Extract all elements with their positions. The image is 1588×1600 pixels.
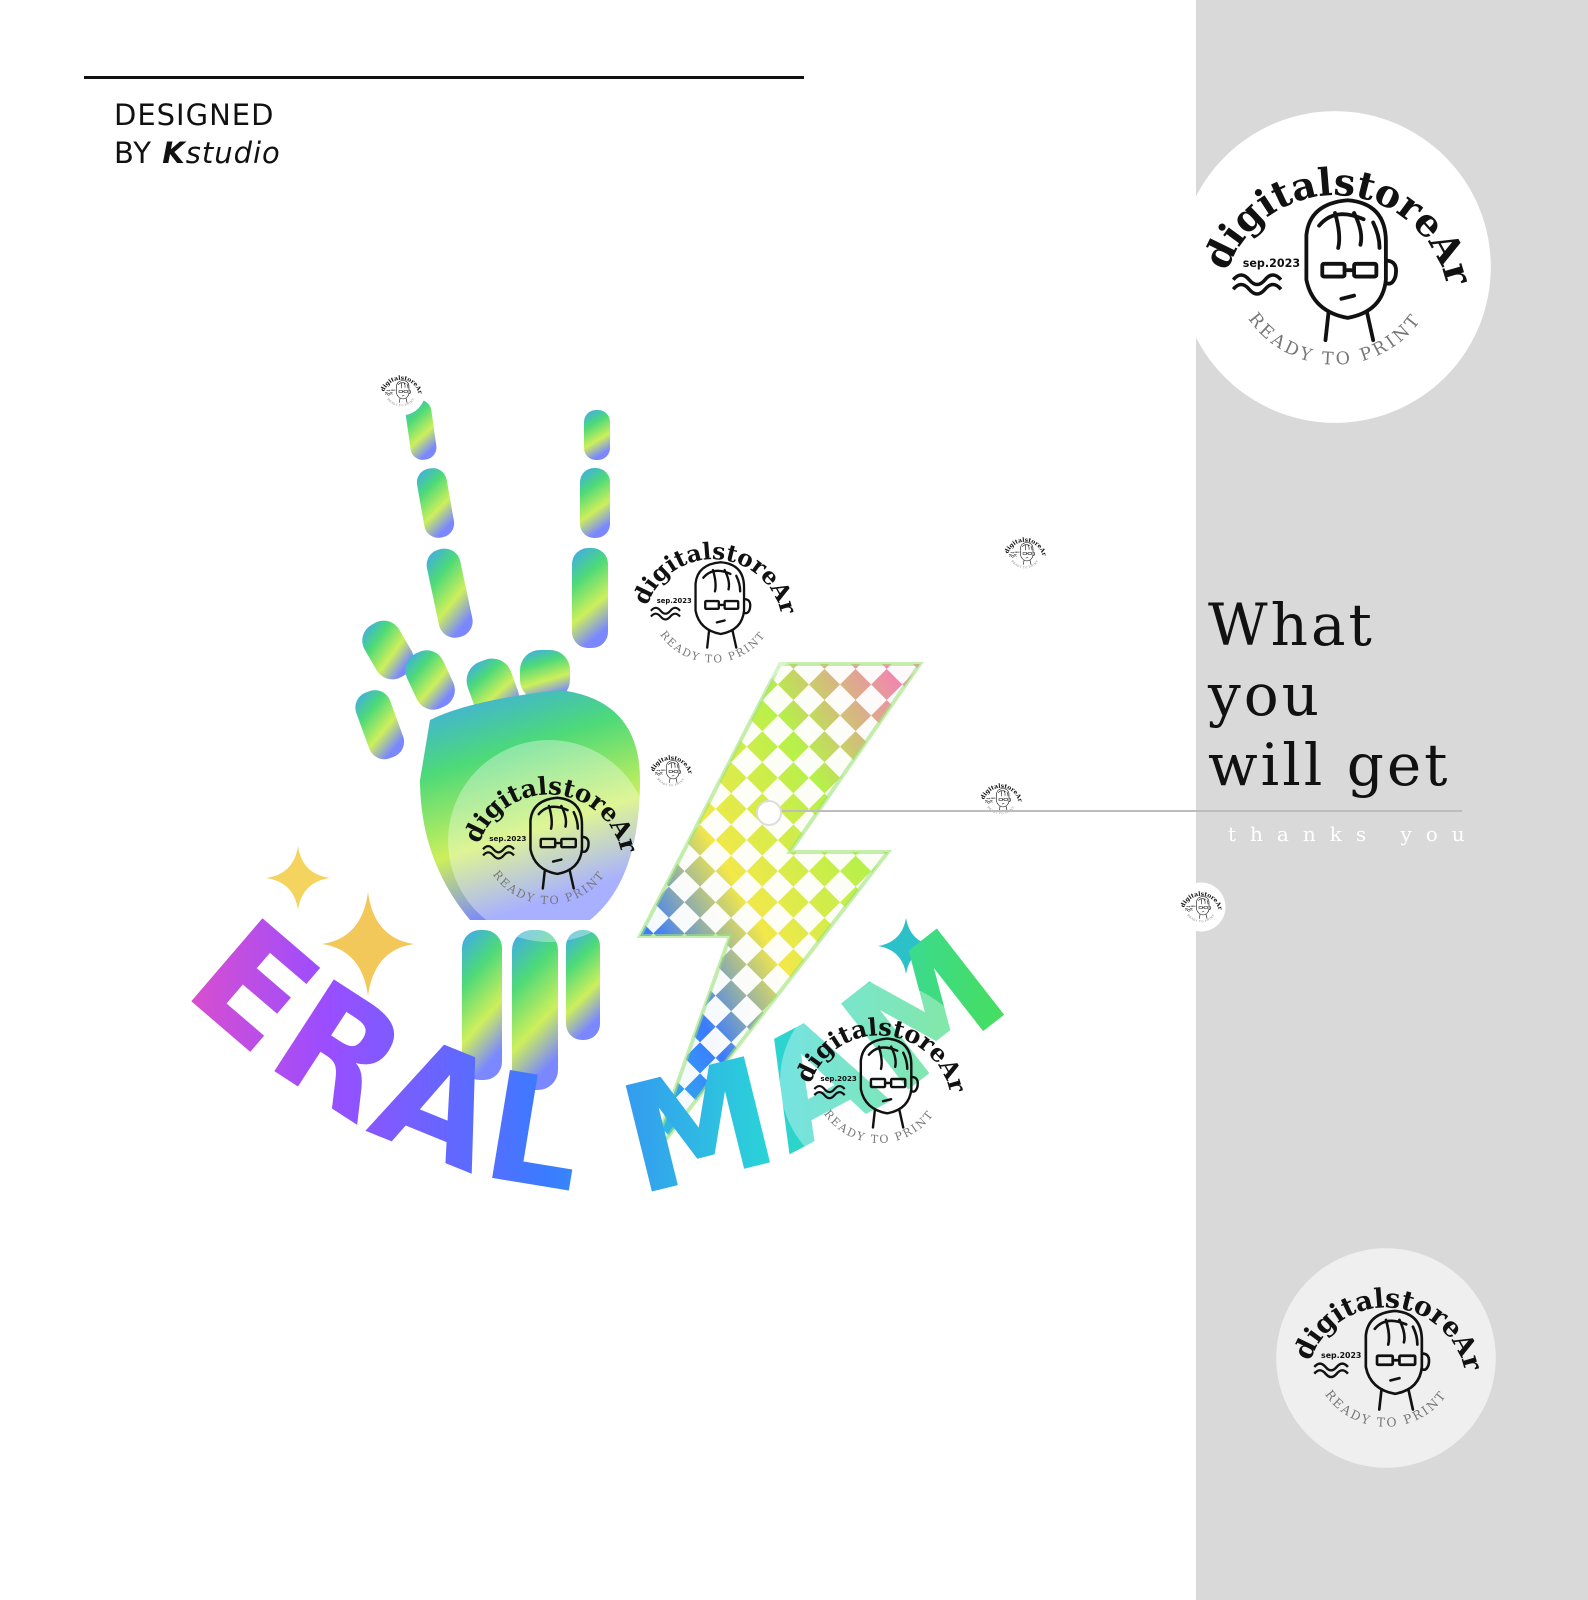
svg-text:sep.2023: sep.2023 — [987, 798, 997, 800]
watermark-logo-small-2: KdigitalstoreArtREADY TO PRINTsep.2023 — [1000, 528, 1050, 578]
tagline-subtitle: thanks you — [1228, 822, 1479, 846]
svg-text:sep.2023: sep.2023 — [657, 770, 667, 772]
svg-text:sep.2023: sep.2023 — [489, 834, 526, 843]
watermark-logo-small-3: KdigitalstoreArtREADY TO PRINTsep.2023 — [646, 746, 696, 796]
watermark-logo-hand-lower: KdigitalstoreArtREADY TO PRINTsep.2023 — [446, 738, 650, 942]
watermark-logo-bottom: KdigitalstoreArtREADY TO PRINTsep.2023 — [1274, 1246, 1496, 1468]
svg-text:sep.2023: sep.2023 — [657, 597, 692, 605]
svg-text:sep.2023: sep.2023 — [820, 1074, 856, 1083]
svg-text:sep.2023: sep.2023 — [1321, 1351, 1361, 1360]
tagline-rule — [770, 810, 1462, 812]
svg-text:sep.2023: sep.2023 — [387, 390, 397, 392]
tagline-line-1: What — [1208, 591, 1375, 659]
tagline-dot — [756, 800, 782, 826]
watermark-logo-small-1: KdigitalstoreArtREADY TO PRINTsep.2023 — [376, 366, 426, 416]
svg-text:sep.2023: sep.2023 — [1187, 906, 1197, 908]
tagline-line-2: you — [1208, 661, 1323, 729]
watermark-logo-small-5: KdigitalstoreArtREADY TO PRINTsep.2023 — [1176, 882, 1226, 932]
tagline-line-3: will get — [1208, 731, 1451, 799]
watermark-logo-large: KdigitalstoreArtREADY TO PRINTsep.2023 — [1176, 108, 1491, 423]
svg-text:sep.2023: sep.2023 — [1243, 257, 1300, 270]
watermark-logo-small-4: KdigitalstoreArtREADY TO PRINTsep.2023 — [976, 774, 1026, 824]
svg-text:sep.2023: sep.2023 — [1011, 552, 1021, 554]
watermark-logo-hand-upper: KdigitalstoreArtREADY TO PRINTsep.2023 — [616, 506, 809, 699]
tagline: What you will get — [1208, 590, 1451, 800]
watermark-logo-bolt: KdigitalstoreArtREADY TO PRINTsep.2023 — [778, 980, 978, 1180]
